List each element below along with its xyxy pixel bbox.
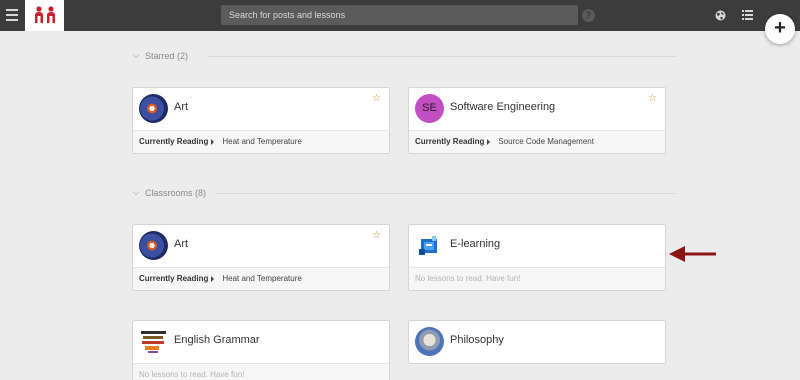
card-title: Philosophy — [450, 334, 504, 346]
star-icon[interactable]: ☆ — [372, 230, 381, 241]
top-bar: Search for posts and lessons ? — [0, 0, 800, 31]
section-label: Classrooms (8) — [145, 188, 207, 198]
add-button[interactable]: + — [765, 14, 795, 44]
starred-section-header[interactable]: ⌵ Starred (2) — [125, 50, 675, 64]
divider — [125, 56, 675, 57]
currently-reading-lesson[interactable]: Heat and Temperature — [222, 274, 301, 283]
help-icon[interactable]: ? — [582, 9, 595, 22]
card-title: E-learning — [450, 238, 501, 250]
chevron-down-icon[interactable]: ⌵ — [133, 51, 139, 61]
app-logo[interactable] — [25, 0, 64, 31]
philosophy-thumbnail — [415, 327, 444, 356]
caret-right-icon — [211, 275, 215, 282]
classroom-card-software-engineering[interactable]: SE Software Engineering ☆ Currently Read… — [408, 87, 666, 154]
no-lessons-message: No lessons to read. Have fun! — [409, 267, 665, 290]
currently-reading-lesson[interactable]: Source Code Management — [498, 137, 594, 146]
hamburger-menu-icon[interactable] — [6, 9, 18, 21]
currently-reading-label: Currently Reading — [415, 137, 485, 146]
art-thumbnail — [139, 94, 168, 123]
classroom-card-english-grammar[interactable]: English Grammar No lessons to read. Have… — [132, 320, 390, 380]
currently-reading-label: Currently Reading — [139, 274, 209, 283]
classrooms-section-header[interactable]: ⌵ Classrooms (8) — [125, 187, 675, 201]
list-view-icon[interactable] — [742, 10, 753, 20]
art-thumbnail — [139, 231, 168, 260]
search-input[interactable]: Search for posts and lessons — [221, 5, 578, 25]
english-grammar-thumbnail — [141, 331, 166, 353]
card-title: Software Engineering — [450, 101, 556, 113]
caret-right-icon — [487, 138, 491, 145]
no-lessons-message: No lessons to read. Have fun! — [133, 363, 389, 380]
card-title: English Grammar — [174, 334, 260, 346]
currently-reading[interactable]: Currently Reading Heat and Temperature — [133, 130, 389, 153]
currently-reading-lesson[interactable]: Heat and Temperature — [222, 137, 301, 146]
star-icon[interactable]: ☆ — [648, 93, 657, 104]
se-initials-avatar: SE — [415, 94, 444, 123]
classroom-card-e-learning[interactable]: E-learning No lessons to read. Have fun! — [408, 224, 666, 291]
card-title: Art — [174, 238, 189, 250]
left-arrow-annotation-icon — [669, 246, 716, 262]
currently-reading[interactable]: Currently Reading Heat and Temperature — [133, 267, 389, 290]
section-label: Starred (2) — [145, 51, 189, 61]
classroom-card-philosophy[interactable]: Philosophy — [408, 320, 666, 364]
globe-icon[interactable] — [715, 10, 726, 21]
e-learning-thumbnail — [419, 236, 437, 255]
currently-reading-label: Currently Reading — [139, 137, 209, 146]
classroom-card-art[interactable]: Art ☆ Currently Reading Heat and Temperat… — [132, 224, 390, 291]
card-title: Art — [174, 101, 189, 113]
chevron-down-icon[interactable]: ⌵ — [133, 188, 139, 198]
currently-reading[interactable]: Currently Reading Source Code Management — [409, 130, 665, 153]
classroom-card-art-starred[interactable]: Art ☆ Currently Reading Heat and Temperat… — [132, 87, 390, 154]
star-icon[interactable]: ☆ — [372, 93, 381, 104]
caret-right-icon — [211, 138, 215, 145]
